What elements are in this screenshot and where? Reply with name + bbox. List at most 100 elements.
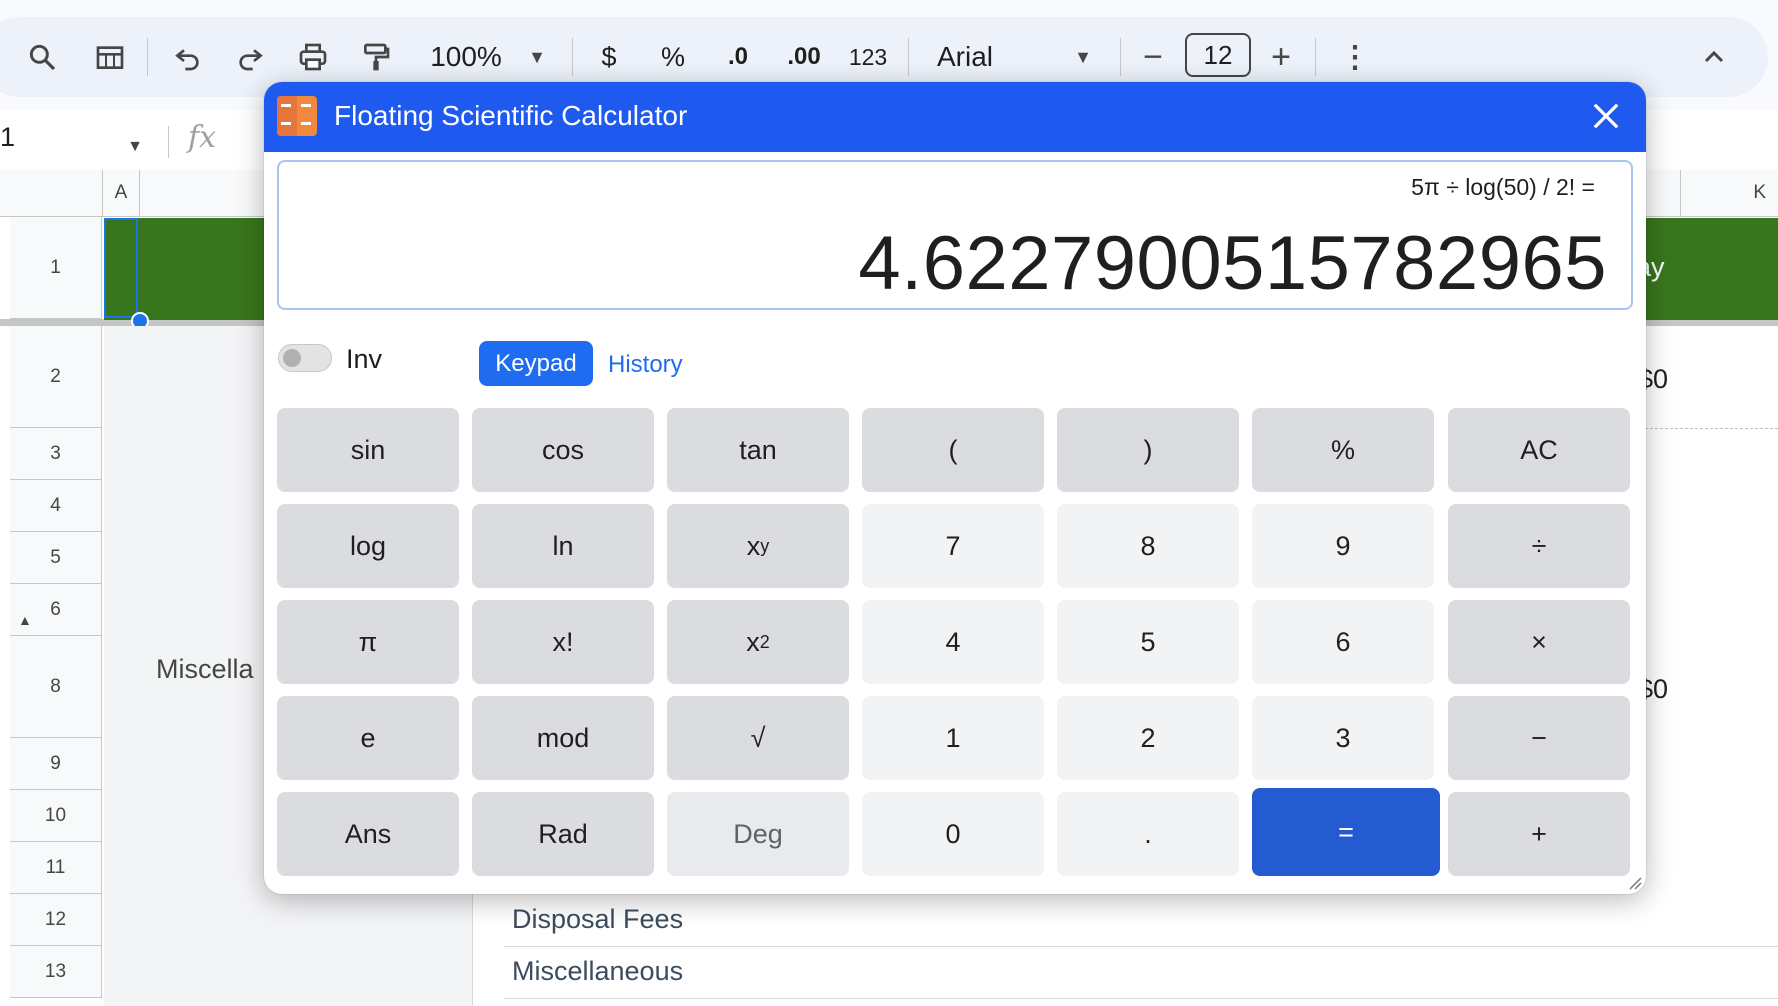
row-header[interactable]: 3 (10, 428, 102, 480)
digit-2-button[interactable]: 2 (1057, 696, 1239, 780)
equals-button[interactable]: = (1252, 788, 1440, 876)
row-header[interactable]: 13 (10, 946, 102, 998)
selected-cell[interactable] (104, 218, 138, 318)
chevron-down-icon[interactable]: ▼ (122, 124, 148, 170)
font-family-select[interactable]: Arial (937, 34, 1007, 80)
category-label: Miscella (156, 654, 254, 684)
close-icon[interactable] (1584, 94, 1628, 138)
minus-button[interactable]: − (1448, 696, 1630, 780)
calculator-title-bar[interactable]: Floating Scientific Calculator (264, 82, 1646, 152)
square-button[interactable]: x2 (667, 600, 849, 684)
chevron-down-icon[interactable]: ▼ (522, 34, 552, 80)
right-paren-button[interactable]: ) (1057, 408, 1239, 492)
redo-icon[interactable] (230, 34, 270, 80)
column-header-a[interactable]: A (102, 170, 140, 216)
digit-5-button[interactable]: 5 (1057, 600, 1239, 684)
increase-font-size-icon[interactable]: + (1266, 34, 1296, 80)
digit-9-button[interactable]: 9 (1252, 504, 1434, 588)
row-header[interactable]: 5 (10, 532, 102, 584)
percent-button[interactable]: % (1252, 408, 1434, 492)
toolbar-divider (1315, 38, 1316, 76)
row-header[interactable]: 2 (10, 326, 102, 428)
digit-0-button[interactable]: 0 (862, 792, 1044, 876)
print-icon[interactable] (293, 34, 333, 80)
row-header[interactable]: 9 (10, 738, 102, 790)
line-item-cell: Miscellaneous (512, 956, 684, 986)
square-exponent: 2 (759, 631, 770, 652)
decrease-decimal-label: .0 (727, 43, 748, 70)
toggle-knob (283, 349, 301, 367)
formula-divider (168, 126, 169, 158)
factorial-button[interactable]: x! (472, 600, 654, 684)
resize-handle-icon[interactable] (1628, 876, 1642, 890)
calculator-logo-icon (277, 96, 317, 136)
increase-decimal-label: .00 (787, 43, 821, 70)
left-paren-button[interactable]: ( (862, 408, 1044, 492)
deg-button[interactable]: Deg (667, 792, 849, 876)
function-icon: fx (188, 120, 217, 155)
digit-6-button[interactable]: 6 (1252, 600, 1434, 684)
pi-button[interactable]: π (277, 600, 459, 684)
ln-button[interactable]: ln (472, 504, 654, 588)
more-options-icon[interactable]: ⋮ (1340, 34, 1370, 80)
decimal-point-button[interactable]: . (1057, 792, 1239, 876)
search-icon[interactable] (22, 34, 62, 80)
collapse-toolbar-icon[interactable] (1696, 34, 1732, 80)
tan-button[interactable]: tan (667, 408, 849, 492)
decrease-decimal-button[interactable]: .0 (718, 34, 758, 80)
expression-text: 5π ÷ log(50) / 2! = (1411, 174, 1595, 200)
rad-button[interactable]: Rad (472, 792, 654, 876)
euler-button[interactable]: e (277, 696, 459, 780)
ans-button[interactable]: Ans (277, 792, 459, 876)
decrease-font-size-icon[interactable]: − (1138, 34, 1168, 80)
digit-3-button[interactable]: 3 (1252, 696, 1434, 780)
cos-button[interactable]: cos (472, 408, 654, 492)
font-size-input[interactable]: 12 (1185, 33, 1251, 77)
name-box[interactable]: 1 (0, 122, 15, 153)
divide-button[interactable]: ÷ (1448, 504, 1630, 588)
column-header-k[interactable]: K (1680, 170, 1778, 216)
expand-rows-icon[interactable]: ▲ (18, 612, 32, 628)
chevron-down-icon[interactable]: ▼ (1068, 34, 1098, 80)
sqrt-button[interactable]: √ (667, 696, 849, 780)
tab-keypad[interactable]: Keypad (479, 341, 593, 386)
row-header[interactable]: 10 (10, 790, 102, 842)
power-button[interactable]: xy (667, 504, 849, 588)
inv-label: Inv (346, 344, 383, 374)
zoom-select[interactable]: 100% (424, 34, 508, 80)
row-header[interactable]: 4 (10, 480, 102, 532)
mod-button[interactable]: mod (472, 696, 654, 780)
digit-7-button[interactable]: 7 (862, 504, 1044, 588)
power-exponent: y (760, 535, 770, 556)
row-header[interactable]: 8 (10, 636, 102, 738)
power-base: x (746, 530, 761, 561)
row-header[interactable]: 6 (10, 584, 102, 636)
row-header[interactable]: 12 (10, 894, 102, 946)
calculator-window[interactable]: Floating Scientific Calculator 5π ÷ log(… (264, 82, 1646, 894)
paint-format-icon[interactable] (356, 34, 396, 80)
multiply-button[interactable]: × (1448, 600, 1630, 684)
plus-button[interactable]: + (1448, 792, 1630, 876)
increase-decimal-button[interactable]: .00 (780, 34, 828, 80)
insert-table-icon[interactable] (90, 34, 130, 80)
undo-icon[interactable] (168, 34, 208, 80)
toolbar-divider (147, 38, 148, 76)
row-header[interactable]: 11 (10, 842, 102, 894)
currency-format-button[interactable]: $ (594, 34, 624, 80)
toolbar-divider (572, 38, 573, 76)
inv-toggle[interactable] (278, 344, 332, 372)
row-divider (504, 998, 1778, 999)
digit-4-button[interactable]: 4 (862, 600, 1044, 684)
digit-1-button[interactable]: 1 (862, 696, 1044, 780)
sin-button[interactable]: sin (277, 408, 459, 492)
calculator-title: Floating Scientific Calculator (334, 100, 688, 131)
digit-8-button[interactable]: 8 (1057, 504, 1239, 588)
tab-history[interactable]: History (608, 351, 683, 379)
calculator-display: 5π ÷ log(50) / 2! = 4.622790051578296​5 (277, 160, 1633, 310)
more-formats-button[interactable]: 123 (845, 34, 891, 80)
all-clear-button[interactable]: AC (1448, 408, 1630, 492)
log-button[interactable]: log (277, 504, 459, 588)
row-header[interactable]: 1 (10, 217, 102, 319)
square-base: x (746, 626, 760, 657)
percent-format-button[interactable]: % (658, 34, 688, 80)
